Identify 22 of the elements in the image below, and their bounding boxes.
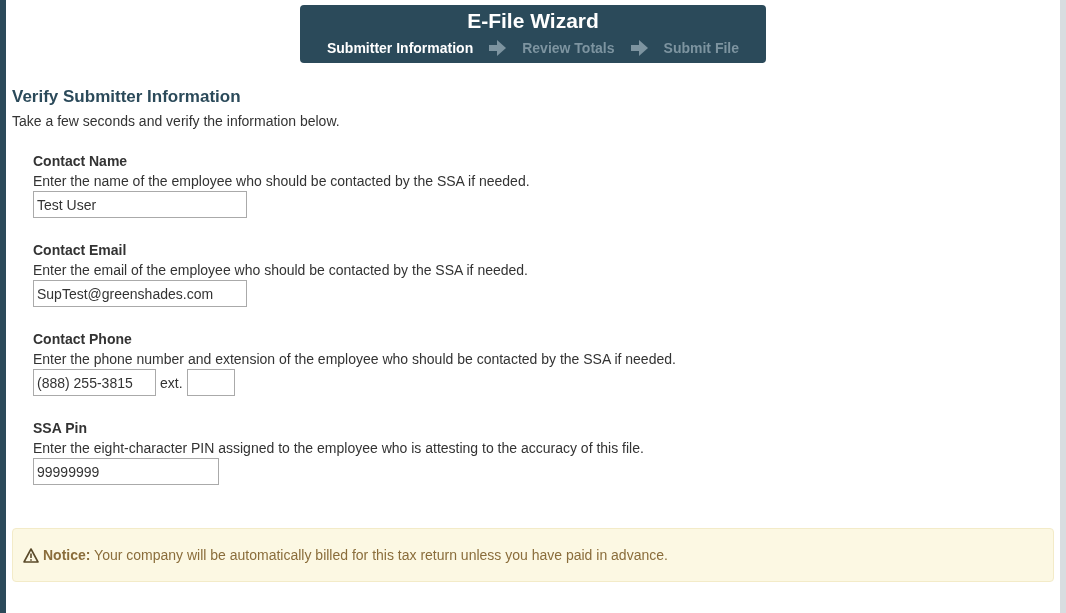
field-help: Enter the email of the employee who should be contacted by the SSA if needed. (33, 262, 529, 278)
field-help: Enter the eight-character PIN assigned to the employee who is attesting to the accuracy of this file. (33, 440, 645, 456)
field-help: Enter the name of the employee who should be contacted by the SSA if needed. (33, 173, 531, 189)
extension-field[interactable] (186, 369, 235, 396)
pin-field[interactable]: 99999999 (33, 458, 219, 485)
wizard-title: E-File Wizard (467, 9, 599, 33)
phone-field[interactable]: (888) 255-3815 (33, 369, 156, 396)
field-label: Contact Email (33, 242, 128, 258)
arrow-icon (489, 40, 507, 56)
text-field[interactable]: Test User (33, 191, 247, 218)
ext-label: ext. (160, 374, 183, 391)
wizard-step[interactable]: Submitter Information (327, 40, 474, 56)
intro-text: Take a few seconds and verify the information below. (12, 113, 341, 129)
notice-text: Notice: Your company will be automatically billed for this tax return unless you have paid in advance. (43, 547, 668, 563)
field-label: Contact Phone (33, 331, 133, 347)
field-label: SSA Pin (33, 420, 88, 436)
warning-icon (23, 547, 39, 563)
field-help: Enter the phone number and extension of the employee who should be contacted by the SSA if needed. (33, 351, 677, 367)
arrow-icon (630, 40, 648, 56)
field-label: Contact Name (33, 153, 129, 169)
text-field[interactable]: SupTest@greenshades.com (33, 280, 247, 307)
section-heading: Verify Submitter Information (12, 87, 242, 107)
